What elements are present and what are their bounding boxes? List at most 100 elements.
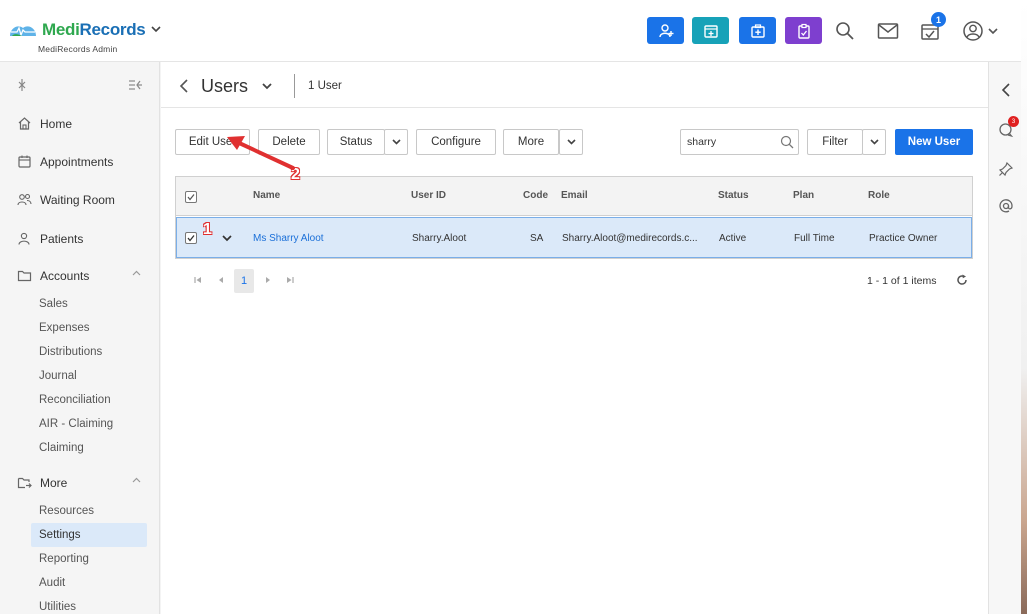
mail-icon bbox=[877, 23, 899, 39]
more-dropdown-toggle[interactable] bbox=[559, 129, 583, 155]
search-input[interactable] bbox=[687, 135, 775, 149]
chevron-down-icon bbox=[391, 139, 401, 145]
column-header-code[interactable]: Code bbox=[523, 190, 548, 201]
page-header: Users 1 User bbox=[161, 62, 988, 108]
app-subtitle: MediRecords Admin bbox=[38, 44, 118, 54]
window-edge bbox=[1021, 0, 1027, 614]
clipboard-button[interactable] bbox=[785, 17, 822, 44]
sidebar-subitem-audit[interactable]: Audit bbox=[31, 571, 147, 595]
sidebar-subitem-expenses[interactable]: Expenses bbox=[31, 316, 147, 340]
status-button[interactable]: Status bbox=[327, 129, 385, 155]
page-number-button[interactable]: 1 bbox=[234, 269, 254, 293]
column-header-plan[interactable]: Plan bbox=[793, 190, 814, 201]
brand-records: Records bbox=[79, 20, 146, 39]
page-title: Users bbox=[201, 76, 249, 96]
sidebar-subitem-resources[interactable]: Resources bbox=[31, 499, 147, 523]
notification-badge: 1 bbox=[931, 12, 946, 27]
sidebar-subitem-claiming[interactable]: Claiming bbox=[31, 436, 147, 460]
cell-email: Sharry.Aloot@medirecords.c... bbox=[562, 233, 698, 244]
folder-export-icon bbox=[17, 477, 32, 489]
add-patient-icon bbox=[658, 23, 673, 37]
sidebar-item-patients[interactable]: Patients bbox=[0, 227, 160, 251]
search-field[interactable] bbox=[680, 129, 799, 155]
previous-page-icon[interactable] bbox=[217, 276, 225, 284]
back-arrow-icon[interactable] bbox=[179, 79, 189, 93]
row-checkbox[interactable] bbox=[185, 232, 197, 244]
home-icon bbox=[18, 117, 31, 130]
sidebar-item-label: Home bbox=[40, 117, 73, 131]
sidebar-subitem-utilities[interactable]: Utilities bbox=[31, 595, 147, 614]
sidebar-item-appointments[interactable]: Appointments bbox=[0, 150, 160, 174]
sidebar-item-label: Accounts bbox=[40, 269, 90, 283]
sidebar-item-more[interactable]: More bbox=[0, 471, 160, 495]
next-page-icon[interactable] bbox=[264, 276, 272, 284]
chevron-down-icon[interactable] bbox=[151, 24, 162, 36]
mail-button[interactable] bbox=[875, 18, 901, 44]
medical-case-icon bbox=[750, 23, 765, 38]
add-patient-button[interactable] bbox=[647, 17, 684, 44]
brand-medi: Medi bbox=[42, 20, 80, 39]
configure-button[interactable]: Configure bbox=[416, 129, 496, 155]
user-account-menu[interactable] bbox=[960, 18, 1000, 44]
sidebar-subitem-settings[interactable]: Settings bbox=[31, 523, 147, 547]
sidebar-toolbar bbox=[0, 76, 160, 96]
column-header-name[interactable]: Name bbox=[253, 190, 280, 201]
column-header-user-id[interactable]: User ID bbox=[411, 190, 446, 201]
status-dropdown-toggle[interactable] bbox=[384, 129, 408, 155]
cell-plan: Full Time bbox=[794, 233, 835, 244]
sidebar-subitem-sales[interactable]: Sales bbox=[31, 292, 147, 316]
chevron-down-icon bbox=[869, 139, 879, 145]
sidebar-item-waiting-room[interactable]: Waiting Room bbox=[0, 188, 160, 212]
column-header-email[interactable]: Email bbox=[561, 190, 588, 201]
medical-case-button[interactable] bbox=[739, 17, 776, 44]
expand-row-icon[interactable] bbox=[222, 235, 232, 242]
column-header-role[interactable]: Role bbox=[868, 190, 890, 201]
chevron-left-icon[interactable] bbox=[998, 82, 1014, 98]
user-account-icon bbox=[963, 21, 983, 41]
chevron-down-icon bbox=[988, 27, 998, 34]
annotation-arrow bbox=[227, 136, 295, 170]
sidebar-subitem-distributions[interactable]: Distributions bbox=[31, 340, 147, 364]
pin-sidebar-icon[interactable] bbox=[17, 78, 27, 95]
filter-button[interactable]: Filter bbox=[807, 129, 863, 155]
sidebar-subitem-journal[interactable]: Journal bbox=[31, 364, 147, 388]
table-row[interactable]: Ms Sharry Aloot Sharry.Aloot SA Sharry.A… bbox=[176, 217, 972, 258]
app-logo[interactable]: MediRecords bbox=[8, 20, 162, 40]
users-icon bbox=[17, 193, 32, 206]
chevron-up-icon[interactable] bbox=[132, 477, 141, 483]
new-user-button[interactable]: New User bbox=[895, 129, 973, 155]
sidebar-subitem-air-claiming[interactable]: AIR - Claiming bbox=[31, 412, 147, 436]
collapse-sidebar-icon[interactable] bbox=[128, 79, 142, 94]
sidebar-subitem-reconciliation[interactable]: Reconciliation bbox=[31, 388, 147, 412]
sidebar-item-label: More bbox=[40, 476, 68, 490]
mention-icon[interactable] bbox=[998, 198, 1014, 214]
sidebar-item-label: Waiting Room bbox=[40, 193, 115, 207]
calendar-plus-icon bbox=[703, 24, 718, 38]
search-icon[interactable] bbox=[780, 135, 794, 149]
right-rail: 3 bbox=[988, 62, 1021, 614]
cell-role: Practice Owner bbox=[869, 233, 938, 244]
appointment-button[interactable] bbox=[692, 17, 729, 44]
top-bar: MediRecords MediRecords Admin 1 bbox=[0, 0, 1021, 62]
cell-status: Active bbox=[719, 233, 747, 244]
sidebar-item-label: Appointments bbox=[40, 155, 114, 169]
chevron-up-icon[interactable] bbox=[132, 270, 141, 276]
first-page-icon[interactable] bbox=[194, 276, 202, 284]
search-button[interactable] bbox=[832, 18, 858, 44]
calendar-icon bbox=[18, 155, 31, 168]
pin-icon[interactable] bbox=[998, 161, 1014, 177]
chevron-down-icon[interactable] bbox=[262, 83, 272, 90]
sidebar-item-accounts[interactable]: Accounts bbox=[0, 264, 160, 288]
column-header-status[interactable]: Status bbox=[718, 190, 749, 201]
users-table: Name User ID Code Email Status Plan Role… bbox=[175, 176, 973, 259]
user-name-link[interactable]: Ms Sharry Aloot bbox=[253, 233, 324, 244]
sidebar-subitem-reporting[interactable]: Reporting bbox=[31, 547, 147, 571]
more-button[interactable]: More bbox=[503, 129, 559, 155]
refresh-icon[interactable] bbox=[956, 274, 968, 286]
sidebar-item-home[interactable]: Home bbox=[0, 112, 160, 136]
last-page-icon[interactable] bbox=[286, 276, 294, 284]
brand-name: MediRecords bbox=[42, 20, 146, 40]
select-all-checkbox[interactable] bbox=[185, 191, 197, 203]
filter-dropdown-toggle[interactable] bbox=[862, 129, 886, 155]
cell-user-id: Sharry.Aloot bbox=[412, 233, 467, 244]
